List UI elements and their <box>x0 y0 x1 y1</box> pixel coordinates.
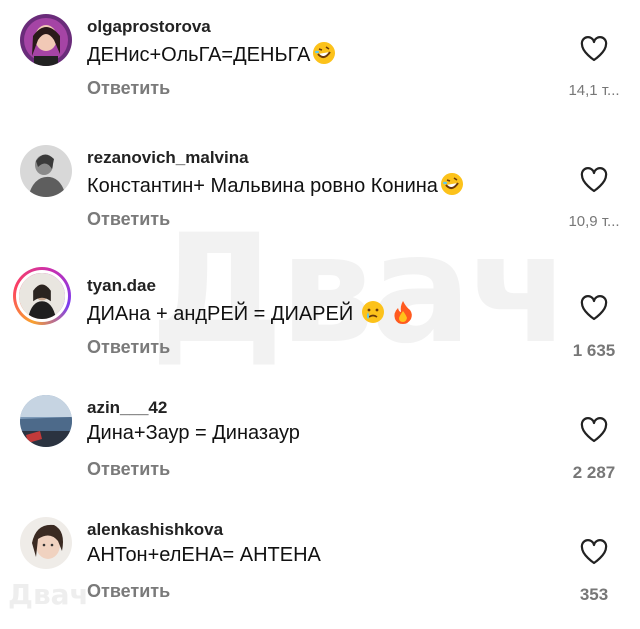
heart-icon[interactable] <box>580 417 608 443</box>
comment-text: АНТон+елЕНА= АНТЕНА <box>87 544 321 566</box>
comment-username[interactable]: olgaprostorova <box>87 17 211 37</box>
avatar[interactable] <box>20 395 72 447</box>
comment-username[interactable]: tyan.dae <box>87 276 156 296</box>
like-count: 1 635 <box>572 341 616 360</box>
reply-button[interactable]: Ответить <box>87 78 170 99</box>
heart-icon[interactable] <box>580 36 608 62</box>
comment-text: Константин+ Мальвина ровно Конина <box>87 172 464 202</box>
rofl-emoji-icon <box>312 41 336 71</box>
heart-icon[interactable] <box>580 167 608 193</box>
comment-text: ДИАна + андРЕЙ = ДИАРЕЙ <box>87 300 414 330</box>
comment-item: rezanovich_malvina Константин+ Мальвина … <box>0 137 640 257</box>
comment-item: tyan.dae ДИАна + андРЕЙ = ДИАРЕЙ Ответит… <box>0 265 640 385</box>
reply-button[interactable]: Ответить <box>87 581 170 602</box>
crying-face-icon <box>361 300 385 330</box>
heart-icon[interactable] <box>580 295 608 321</box>
reply-button[interactable]: Ответить <box>87 209 170 230</box>
comment-item: olgaprostorova ДЕНис+ОльГА=ДЕНЬГА Ответи… <box>0 6 640 126</box>
rofl-emoji-icon <box>440 172 464 202</box>
avatar[interactable] <box>20 14 72 66</box>
comment-username[interactable]: alenkashishkova <box>87 520 223 540</box>
avatar-story-ring[interactable] <box>13 267 71 325</box>
like-count: 10,9 т... <box>568 213 620 230</box>
like-count: 2 287 <box>572 463 616 482</box>
comment-text: ДЕНис+ОльГА=ДЕНЬГА <box>87 41 336 71</box>
reply-button[interactable]: Ответить <box>87 337 170 358</box>
comment-text: Дина+Заур = Диназаур <box>87 422 300 444</box>
comment-username[interactable]: rezanovich_malvina <box>87 148 249 168</box>
reply-button[interactable]: Ответить <box>87 459 170 480</box>
comment-item: alenkashishkova АНТон+елЕНА= АНТЕНА Отве… <box>0 509 640 629</box>
like-count: 14,1 т... <box>568 82 620 99</box>
avatar[interactable] <box>20 517 72 569</box>
fire-icon <box>392 300 414 330</box>
like-count: 353 <box>579 585 609 604</box>
heart-icon[interactable] <box>580 539 608 565</box>
comment-item: azin___42 Дина+Заур = Диназаур Ответить … <box>0 387 640 507</box>
avatar[interactable] <box>20 145 72 197</box>
comment-username[interactable]: azin___42 <box>87 398 167 418</box>
